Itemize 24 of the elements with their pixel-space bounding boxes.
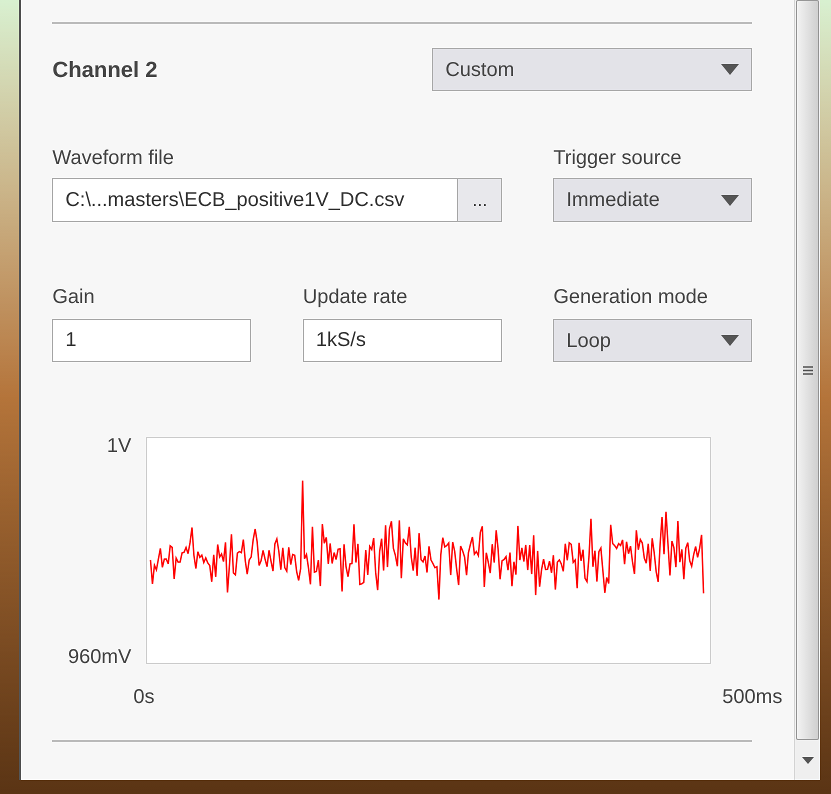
field-label: Update rate xyxy=(302,287,408,307)
field-label: Waveform file xyxy=(52,148,175,168)
scrollbar[interactable] xyxy=(794,0,820,780)
scroll-down-icon[interactable] xyxy=(802,756,814,764)
axis-label: 960mV xyxy=(68,645,132,670)
field-label: Gain xyxy=(52,287,96,307)
gain-field[interactable]: 1 xyxy=(52,319,252,362)
generation-mode-dropdown[interactable]: Loop xyxy=(553,319,752,362)
axis-label: 0s xyxy=(133,685,154,710)
grip-icon xyxy=(802,366,813,374)
preset-dropdown[interactable]: Custom xyxy=(432,48,752,91)
axis-label: 1V xyxy=(106,434,132,459)
trigger-source-dropdown[interactable]: Immediate xyxy=(553,178,752,222)
caret-icon xyxy=(721,64,740,75)
file-path-field[interactable]: C:\...masters\ECB_positive1V_DC.csv xyxy=(52,178,458,222)
browse-button[interactable]: ... xyxy=(458,178,502,222)
update-rate-field[interactable]: 1kS/s xyxy=(302,319,502,362)
caret-icon xyxy=(721,194,740,206)
field-label: Trigger source xyxy=(553,148,683,168)
caret-icon xyxy=(721,335,740,346)
field-label: Generation mode xyxy=(553,287,709,307)
axis-label: 500ms xyxy=(722,685,782,710)
channel-title: Channel 2 xyxy=(52,56,158,84)
scrollbar-thumb[interactable] xyxy=(796,0,820,740)
